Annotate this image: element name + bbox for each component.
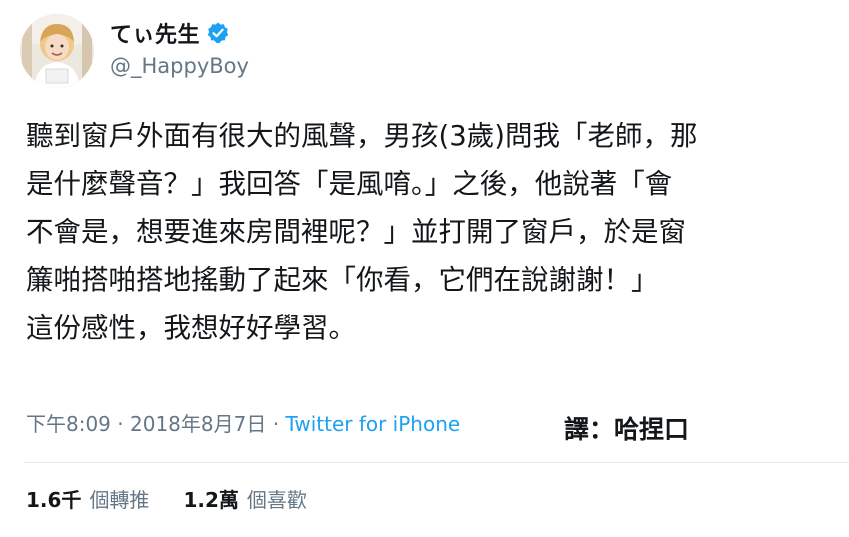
divider — [24, 462, 849, 463]
tweet-text-line: 這份感性，我想好好學習。 — [26, 312, 356, 344]
tweet-text-line: 是什麼聲音？」我回答「是風唷。」之後，他說著「會 — [26, 168, 673, 200]
avatar-image — [20, 14, 94, 88]
verified-badge-icon — [206, 21, 230, 45]
translator-note: 譯：哈捏口 — [564, 415, 690, 444]
author-handle[interactable]: @_HappyBoy — [110, 54, 249, 78]
tweet-stats: 1.6千 個轉推 1.2萬 個喜歡 — [26, 484, 307, 513]
meta-separator: · — [110, 412, 130, 436]
retweets-stat[interactable]: 1.6千 個轉推 — [26, 484, 149, 513]
avatar[interactable] — [20, 14, 94, 88]
likes-label: 個喜歡 — [246, 488, 307, 512]
tweet-text-line: 聽到窗戶外面有很大的風聲，男孩(3歲)問我「老師，那 — [26, 120, 698, 152]
tweet-text: 聽到窗戶外面有很大的風聲，男孩(3歲)問我「老師，那 是什麼聲音？」我回答「是風… — [26, 112, 826, 352]
tweet-card: てぃ先生 @_HappyBoy 聽到窗戶外面有很大的風聲，男孩(3歲)問我「老師… — [0, 0, 849, 537]
tweet-text-line: 簾啪搭啪搭地搖動了起來「你看，它們在說謝謝！」 — [26, 264, 659, 296]
retweets-label: 個轉推 — [89, 488, 150, 512]
tweet-date: 2018年8月7日 — [130, 412, 267, 436]
tweet-metadata: 下午8:09 · 2018年8月7日 · Twitter for iPhone — [26, 408, 460, 437]
likes-stat[interactable]: 1.2萬 個喜歡 — [183, 484, 306, 513]
author-name-row[interactable]: てぃ先生 — [110, 18, 230, 48]
tweet-text-line: 不會是，想要進來房間裡呢？」並打開了窗戶，於是窗 — [26, 216, 686, 248]
tweet-source-link[interactable]: Twitter for iPhone — [285, 412, 460, 436]
retweets-count: 1.6千 — [26, 488, 82, 512]
tweet-time: 下午8:09 — [26, 412, 111, 436]
meta-separator: · — [266, 412, 286, 436]
likes-count: 1.2萬 — [183, 488, 239, 512]
author-display-name[interactable]: てぃ先生 — [110, 17, 200, 49]
tweet-timestamp[interactable]: 下午8:09 · 2018年8月7日 — [26, 412, 266, 436]
